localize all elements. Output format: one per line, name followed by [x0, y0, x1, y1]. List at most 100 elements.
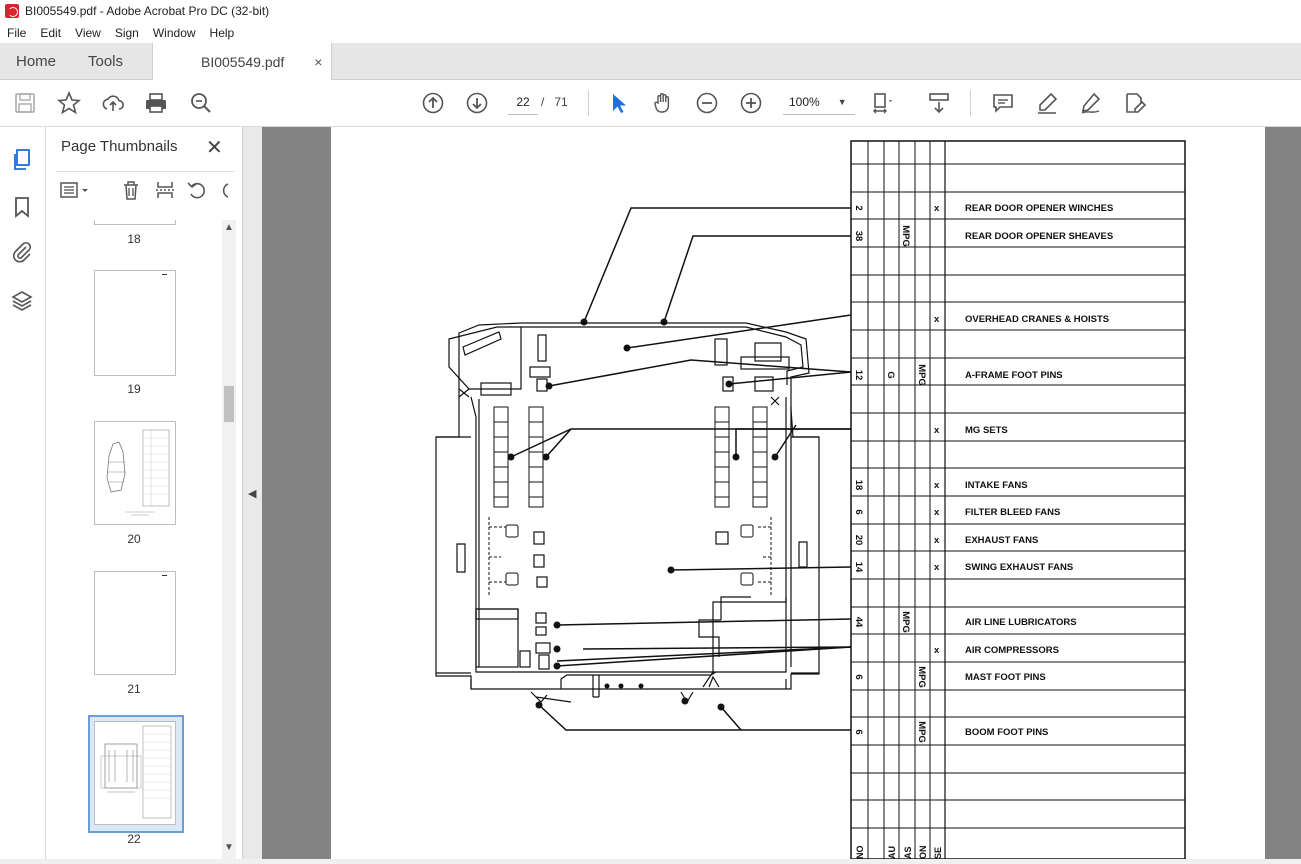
page-thumbnail-21[interactable]	[94, 571, 176, 675]
row-component-name: EXHAUST FANS	[965, 535, 1038, 546]
row-mark: x	[934, 645, 940, 656]
page-thumbnails-icon[interactable]	[10, 148, 34, 172]
menu-edit[interactable]: Edit	[33, 26, 68, 40]
thumbnail-label-18: 18	[127, 232, 141, 246]
select-cursor-icon[interactable]	[606, 90, 632, 116]
panel-collapse-handle[interactable]: ◀	[243, 127, 262, 859]
zoom-out-icon[interactable]	[694, 90, 720, 116]
left-navigation-rail	[0, 127, 46, 859]
row-mark: x	[934, 203, 940, 214]
print-icon[interactable]	[143, 90, 169, 116]
row-quantity: 2	[853, 205, 864, 210]
row-mark: x	[934, 425, 940, 436]
thumbnail-options-icon[interactable]	[60, 180, 92, 200]
row-quantity: 38	[853, 231, 864, 242]
column-header-on: ON	[918, 846, 928, 860]
page-thumbnail-22[interactable]	[94, 721, 176, 825]
layers-icon[interactable]	[10, 289, 34, 313]
draw-tool-icon[interactable]	[1078, 90, 1104, 116]
lubrication-chart-drawing: 2 x REAR DOOR OPENER WINCHES 38 MPG REAR DOOR…	[435, 140, 1186, 860]
toolbar-divider	[588, 90, 589, 116]
row-component-name: REAR DOOR OPENER WINCHES	[965, 203, 1113, 214]
hand-tool-icon[interactable]	[650, 90, 676, 116]
menu-bar: File Edit View Sign Window Help	[0, 22, 1301, 43]
rotate-counterclockwise-icon[interactable]	[186, 180, 208, 200]
page-number-input[interactable]: 22	[508, 90, 538, 115]
previous-page-icon[interactable]	[420, 90, 446, 116]
toolbar-divider	[970, 90, 971, 116]
chevron-down-icon: ▼	[837, 97, 847, 107]
menu-view[interactable]: View	[68, 26, 108, 40]
building-plan	[435, 322, 820, 704]
panel-title: Page Thumbnails	[61, 138, 178, 155]
upload-cloud-icon[interactable]	[100, 90, 126, 116]
row-quantity: 6	[853, 674, 864, 679]
zoom-level-value: 100%	[789, 95, 820, 109]
page-separator: /	[541, 95, 545, 109]
row-quantity: 18	[853, 480, 864, 491]
thumbnail-label-20: 20	[127, 532, 141, 546]
acrobat-app-icon	[5, 4, 19, 18]
rotate-clockwise-icon[interactable]	[218, 180, 232, 200]
row-lube-code: MPG	[900, 611, 911, 633]
leader-lines	[510, 207, 852, 731]
zoom-search-icon[interactable]	[188, 90, 214, 116]
row-mark: x	[934, 507, 940, 518]
menu-sign[interactable]: Sign	[108, 26, 146, 40]
scroll-mode-icon[interactable]	[926, 90, 952, 116]
row-quantity: 44	[853, 617, 864, 628]
thumbnail-20-preview	[106, 429, 170, 516]
close-panel-icon[interactable]: ✕	[206, 135, 223, 160]
page-thumbnail-18[interactable]	[94, 220, 176, 225]
zoom-in-icon[interactable]	[738, 90, 764, 116]
thumbnails-scrollbar[interactable]: ▲ ▼	[222, 220, 236, 859]
chevron-left-icon: ◀	[248, 488, 257, 500]
row-quantity: 14	[853, 562, 864, 573]
row-lube-code-alt: MPG	[916, 666, 927, 688]
page-fit-icon[interactable]	[870, 90, 896, 116]
thumbnail-label-21: 21	[127, 682, 141, 696]
bookmarks-icon[interactable]	[10, 195, 34, 219]
row-quantity: 6	[853, 729, 864, 734]
tab-document-label: BI005549.pdf	[201, 53, 285, 70]
highlight-pen-icon[interactable]	[1034, 90, 1060, 116]
page-thumbnails-panel: Page Thumbnails ✕ 18 19 20 21 22 ▲ ▼	[46, 127, 243, 859]
document-view[interactable]: 2 x REAR DOOR OPENER WINCHES 38 MPG REAR DOOR…	[262, 127, 1301, 860]
tab-document[interactable]: BI005549.pdf ×	[152, 43, 332, 80]
row-component-name: FILTER BLEED FANS	[965, 507, 1060, 518]
save-icon[interactable]	[12, 90, 38, 116]
fill-sign-icon[interactable]	[1122, 90, 1148, 116]
window-title: BI005549.pdf - Adobe Acrobat Pro DC (32-…	[25, 4, 270, 18]
row-grease-type: G	[885, 371, 896, 378]
delete-page-icon[interactable]	[120, 180, 142, 200]
comment-icon[interactable]	[990, 90, 1016, 116]
row-component-name: AIR LINE LUBRICATORS	[965, 617, 1077, 628]
row-component-name: MAST FOOT PINS	[965, 672, 1046, 683]
tab-tools[interactable]: Tools	[88, 43, 123, 79]
tab-home[interactable]: Home	[16, 43, 56, 79]
pdf-page: 2 x REAR DOOR OPENER WINCHES 38 MPG REAR DOOR…	[331, 127, 1265, 860]
zoom-level-select[interactable]: 100% ▼	[783, 90, 855, 115]
page-thumbnail-20[interactable]	[94, 421, 176, 525]
tab-close-icon[interactable]: ×	[314, 54, 322, 70]
row-component-name: INTAKE FANS	[965, 480, 1028, 491]
scroll-down-icon[interactable]: ▼	[224, 842, 234, 853]
menu-window[interactable]: Window	[146, 26, 203, 40]
scrollbar-thumb[interactable]	[224, 386, 234, 422]
page-thumbnail-19[interactable]	[94, 270, 176, 376]
row-component-name: AIR COMPRESSORS	[965, 645, 1059, 656]
tab-bar: Home Tools BI005549.pdf ×	[0, 43, 1301, 80]
next-page-icon[interactable]	[464, 90, 490, 116]
column-header-as: AS	[903, 846, 913, 859]
column-header-no: NO	[855, 846, 865, 860]
menu-file[interactable]: File	[0, 26, 33, 40]
row-component-name: REAR DOOR OPENER SHEAVES	[965, 231, 1113, 242]
insert-page-icon[interactable]	[154, 180, 176, 200]
menu-help[interactable]: Help	[203, 26, 242, 40]
scroll-up-icon[interactable]: ▲	[224, 222, 234, 233]
row-lube-code: MPG	[900, 225, 911, 247]
row-component-name: A-FRAME FOOT PINS	[965, 370, 1063, 381]
attachments-icon[interactable]	[10, 240, 34, 264]
bookmark-star-icon[interactable]	[56, 90, 82, 116]
document-scroll-gutter	[1265, 127, 1301, 859]
